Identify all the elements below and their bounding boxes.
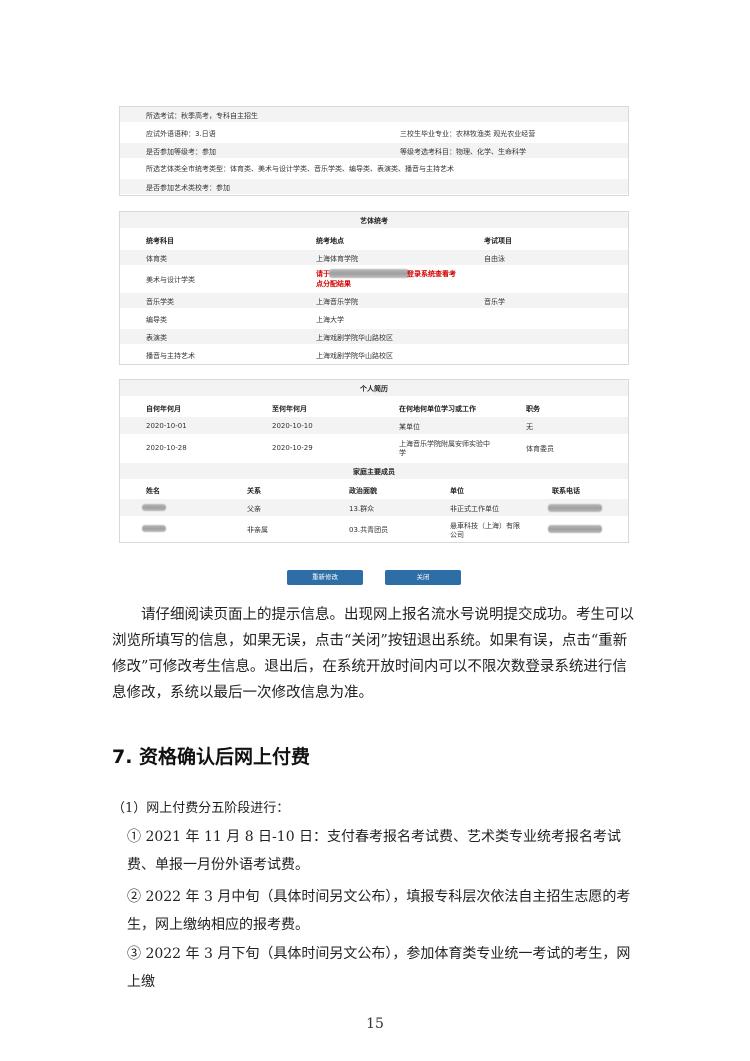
resume-from: 2020-10-28 — [146, 444, 187, 452]
family-relation: 父亲 — [247, 505, 261, 513]
list-item: ② 2022 年 3 月中旬（具体时间另文公布），填报专科层次依法自主招生志愿的… — [127, 889, 631, 933]
resume-unit-cont: 学 — [399, 449, 406, 457]
table-row-place: 上海体育学院 — [316, 255, 358, 263]
resume-to: 2020-10-10 — [272, 422, 313, 430]
resume-title: 个人简历 — [360, 385, 388, 393]
art-exam-title: 艺体统考 — [360, 217, 388, 225]
page-number: 15 — [366, 1016, 384, 1032]
art-exam-panel: 艺体统考 统考科目 统考地点 考试项目 体育类 上海体育学院 自由泳 美术与设计… — [119, 211, 629, 365]
col-role: 职务 — [526, 405, 540, 413]
table-row-subject: 编导类 — [146, 316, 167, 324]
table-row-item: 自由泳 — [484, 255, 505, 263]
vocational-major: 三校生毕业专业：农林牧渔类 观光农业经营 — [400, 130, 536, 138]
col-phone: 联系电话 — [552, 487, 580, 495]
col-relation: 关系 — [247, 487, 261, 495]
col-place: 统考地点 — [316, 237, 344, 245]
close-button[interactable]: 关闭 — [385, 570, 461, 585]
resume-from: 2020-10-01 — [146, 422, 187, 430]
notice-red-2: 登录系统查看考 — [407, 270, 456, 278]
family-unit: 非正式工作单位 — [450, 505, 499, 513]
list-item: ③ 2022 年 3 月下旬（具体时间另文公布），参加体育类专业统一考试的考生，… — [127, 946, 631, 990]
resume-role: 无 — [526, 423, 533, 431]
subsection-title: （1）网上付费分五阶段进行： — [112, 801, 290, 816]
art-school-exam: 是否参加艺术类校考：参加 — [146, 184, 230, 192]
redacted-phone — [548, 504, 602, 512]
col-political: 政治面貌 — [349, 487, 377, 495]
family-unit-cont: 公司 — [450, 531, 464, 539]
table-row-item: 音乐学 — [484, 298, 505, 306]
col-from: 自何年何月 — [146, 405, 181, 413]
col-subject: 统考科目 — [146, 237, 174, 245]
exam-info-panel: 所选考试：秋季高考，专科自主招生 应试外语语种：3.日语 三校生毕业专业：农林牧… — [119, 106, 629, 196]
family-relation: 非亲属 — [247, 526, 268, 534]
col-item: 考试项目 — [484, 237, 512, 245]
redacted-name — [142, 525, 166, 532]
redacted-name — [142, 504, 166, 511]
family-title: 家庭主要成员 — [353, 468, 395, 476]
section-heading: 7. 资格确认后网上付费 — [112, 746, 311, 768]
table-row-subject: 美术与设计学类 — [146, 276, 195, 284]
table-row-place: 上海音乐学院 — [316, 298, 358, 306]
redacted-block — [329, 269, 409, 278]
table-row-subject: 体育类 — [146, 255, 167, 263]
col-to: 至何年何月 — [272, 405, 307, 413]
col-name: 姓名 — [146, 487, 160, 495]
family-political: 03.共青团员 — [349, 526, 389, 534]
grade-subjects: 等级考选考科目：物理、化学、生命科学 — [400, 148, 526, 156]
notice-red-1: 请于 — [316, 270, 330, 278]
table-row-place: 上海戏剧学院华山路校区 — [316, 334, 393, 342]
table-row-subject: 表演类 — [146, 334, 167, 342]
redacted-phone — [548, 525, 602, 533]
col-unit: 在何地何单位学习或工作 — [399, 405, 476, 413]
table-row-place: 上海大学 — [316, 316, 344, 324]
modify-button[interactable]: 重新修改 — [287, 570, 363, 585]
col-family-unit: 单位 — [450, 487, 464, 495]
family-political: 13.群众 — [349, 505, 375, 513]
instruction-paragraph: 请仔细阅读页面上的提示信息。出现网上报名流水号说明提交成功。考生可以浏览所填写的… — [112, 607, 634, 701]
list-item: ① 2021 年 11 月 8 日-10 日：支付春考报名考试费、艺术类专业统考… — [127, 829, 622, 873]
resume-to: 2020-10-29 — [272, 444, 313, 452]
resume-unit: 某单位 — [399, 423, 420, 431]
art-types: 所选艺体类全市统考类型：体育类、美术与设计学类、音乐学类、编导类、表演类、播音与… — [146, 165, 454, 173]
resume-unit: 上海音乐学院附属安师实验中 — [399, 440, 490, 448]
table-row-place: 上海戏剧学院华山路校区 — [316, 352, 393, 360]
grade-exam: 是否参加等级考：参加 — [146, 148, 216, 156]
table-row-subject: 音乐学类 — [146, 298, 174, 306]
notice-red-3: 点分配结果 — [316, 280, 351, 288]
table-row-subject: 播音与主持艺术 — [146, 352, 195, 360]
resume-role: 体育委员 — [526, 445, 554, 453]
resume-panel: 个人简历 自何年何月 至何年何月 在何地何单位学习或工作 职务 2020-10-… — [119, 379, 629, 543]
foreign-language: 应试外语语种：3.日语 — [146, 130, 216, 138]
exam-type: 所选考试：秋季高考，专科自主招生 — [146, 112, 258, 120]
